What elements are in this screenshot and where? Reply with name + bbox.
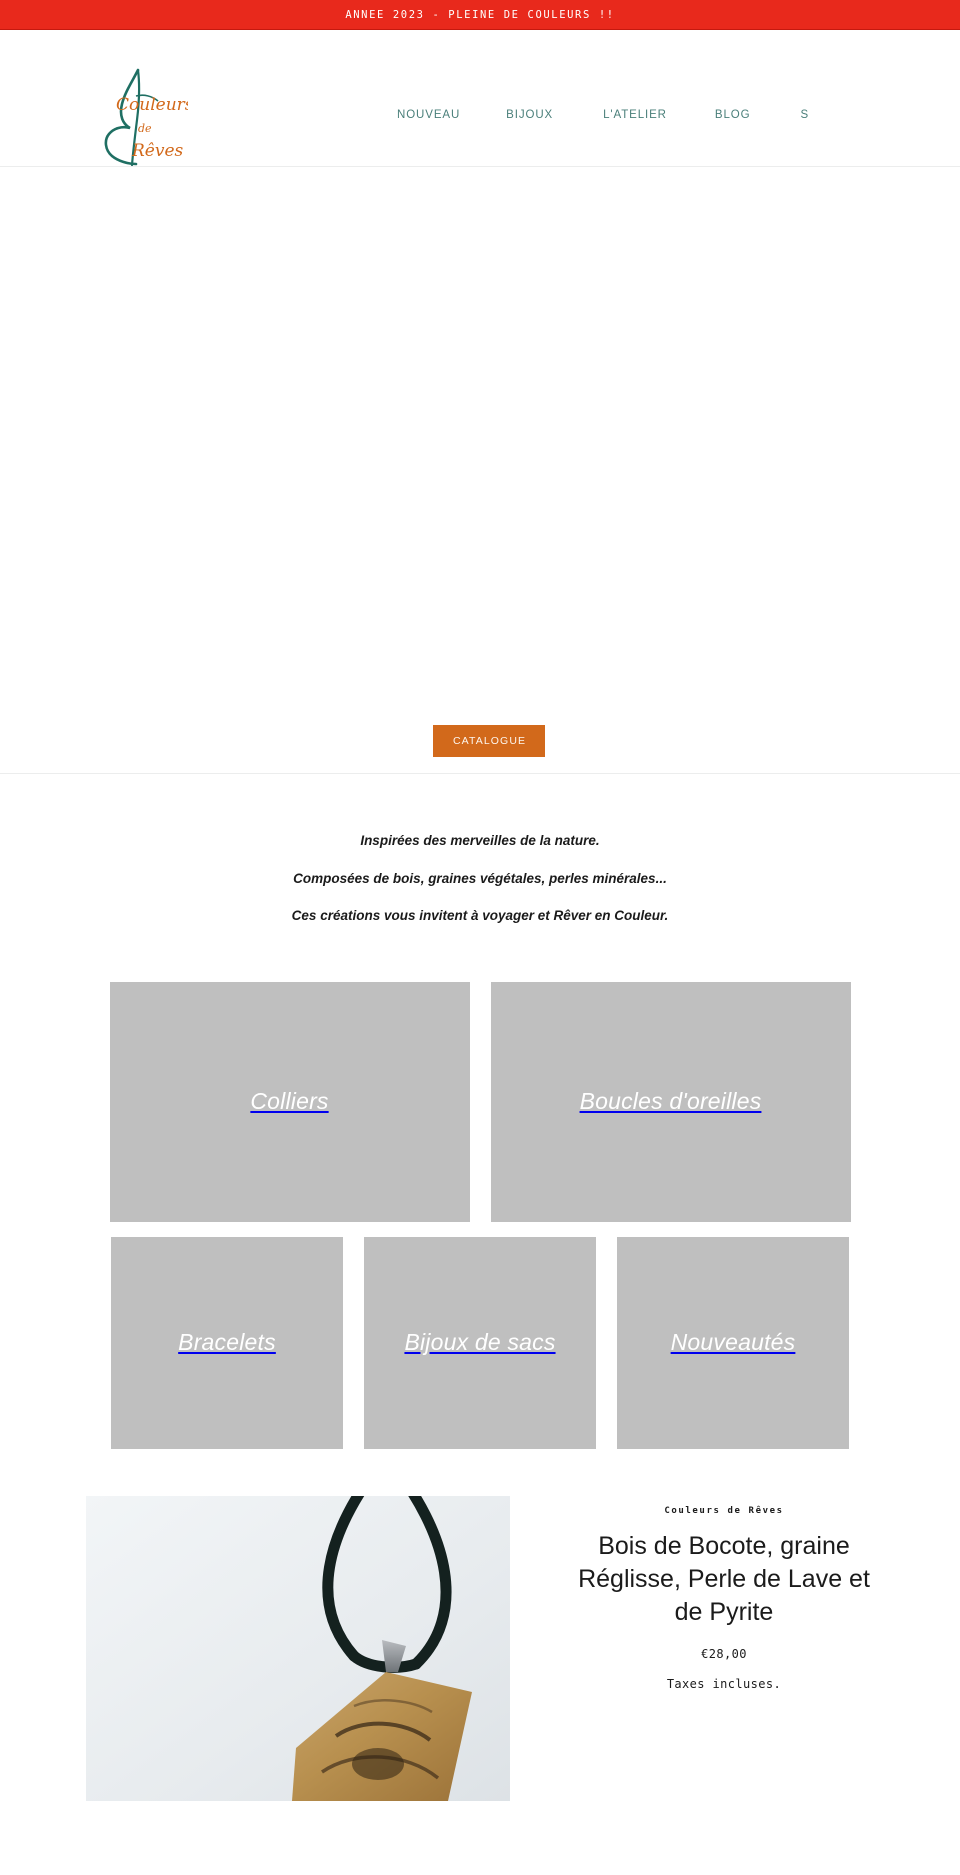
nav-item-atelier[interactable]: L'ATELIER [601, 105, 669, 125]
product-details: Couleurs de Rêves Bois de Bocote, graine… [574, 1496, 874, 1801]
category-label-boucles-doreilles: Boucles d'oreilles [579, 1088, 762, 1114]
category-label-bracelets: Bracelets [178, 1329, 276, 1355]
nav-item-bijoux[interactable]: BIJOUX [504, 105, 555, 125]
hero-banner: CATALOGUE [0, 166, 960, 774]
category-grid: Colliers Boucles d'oreilles Bracelets Bi… [0, 923, 960, 1449]
featured-product: Couleurs de Rêves Bois de Bocote, graine… [0, 1449, 960, 1801]
site-header: Couleurs de Rêves NOUVEAU BIJOUX L'ATELI… [0, 30, 960, 166]
category-label-colliers: Colliers [250, 1088, 329, 1114]
svg-text:Rêves: Rêves [131, 141, 184, 161]
hero-cta-wrapper: CATALOGUE [433, 725, 546, 757]
category-tile-colliers[interactable]: Colliers [109, 981, 470, 1222]
nav-item-s[interactable]: S [798, 105, 811, 125]
intro-line-2: Composées de bois, graines végétales, pe… [293, 870, 667, 886]
category-tile-nouveautes[interactable]: Nouveautés [617, 1236, 849, 1449]
category-label-nouveautes: Nouveautés [670, 1329, 796, 1355]
announcement-text: ANNEE 2023 - PLEINE DE COULEURS !! [345, 8, 615, 21]
svg-text:de: de [138, 122, 152, 135]
site-logo[interactable]: Couleurs de Rêves [92, 66, 188, 166]
nav-item-blog[interactable]: BLOG [713, 105, 753, 125]
intro-line-3: Ces créations vous invitent à voyager et… [291, 908, 669, 923]
product-tax-note: Taxes incluses. [666, 1677, 782, 1692]
announcement-bar: ANNEE 2023 - PLEINE DE COULEURS !! [0, 0, 960, 30]
category-row-2: Bracelets Bijoux de sacs Nouveautés [0, 1236, 960, 1449]
main-navigation: NOUVEAU BIJOUX L'ATELIER BLOG S [395, 105, 811, 125]
svg-text:Couleurs: Couleurs [116, 95, 188, 115]
product-price: €28,00 [701, 1647, 747, 1662]
intro-line-1: Inspirées des merveilles de la nature. [360, 833, 600, 848]
product-vendor: Couleurs de Rêves [664, 1505, 784, 1516]
catalogue-button[interactable]: CATALOGUE [433, 725, 546, 757]
product-photo [86, 1495, 510, 1801]
intro-section: Inspirées des merveilles de la nature. C… [0, 774, 960, 923]
nav-item-nouveau[interactable]: NOUVEAU [395, 105, 462, 125]
product-image-link[interactable] [86, 1495, 510, 1801]
category-tile-bracelets[interactable]: Bracelets [111, 1236, 343, 1449]
category-label-bijoux-de-sacs: Bijoux de sacs [404, 1329, 556, 1355]
category-tile-bijoux-de-sacs[interactable]: Bijoux de sacs [364, 1236, 596, 1449]
category-tile-boucles-doreilles[interactable]: Boucles d'oreilles [490, 981, 851, 1222]
category-row-1: Colliers Boucles d'oreilles [0, 981, 960, 1222]
logo-artwork: Couleurs de Rêves [104, 68, 188, 166]
product-title-link[interactable]: Bois de Bocote, graine Réglisse, Perle d… [574, 1530, 874, 1630]
